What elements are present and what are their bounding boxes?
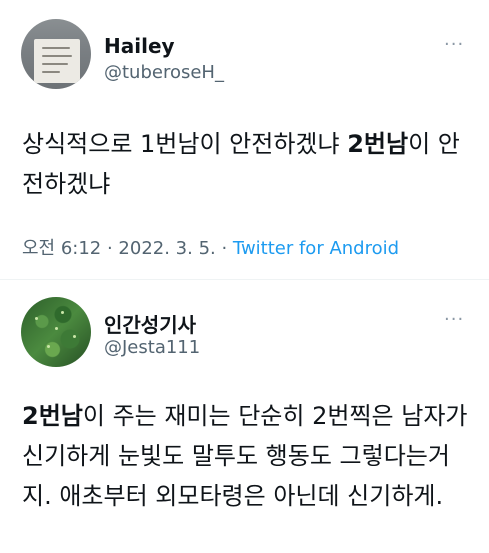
display-name[interactable]: 인간성기사 (104, 309, 196, 338)
avatar[interactable] (21, 297, 91, 367)
user-handle[interactable]: @Jesta111 (104, 337, 200, 358)
tweet-text-bold: 2번남 (22, 402, 83, 430)
tweet-text-part: 이 주는 재미는 단순히 2번찍은 남자가 신기하게 눈빛도 말투도 행동도 그… (22, 402, 468, 510)
tweet-2[interactable]: 인간성기사 @Jesta111 ··· 2번남이 주는 재미는 단순히 2번찍은… (0, 0, 489, 510)
tweet-text: 2번남이 주는 재미는 단순히 2번찍은 남자가 신기하게 눈빛도 말투도 행동… (22, 396, 470, 516)
divider (0, 279, 489, 280)
more-options-icon[interactable]: ··· (444, 309, 464, 330)
